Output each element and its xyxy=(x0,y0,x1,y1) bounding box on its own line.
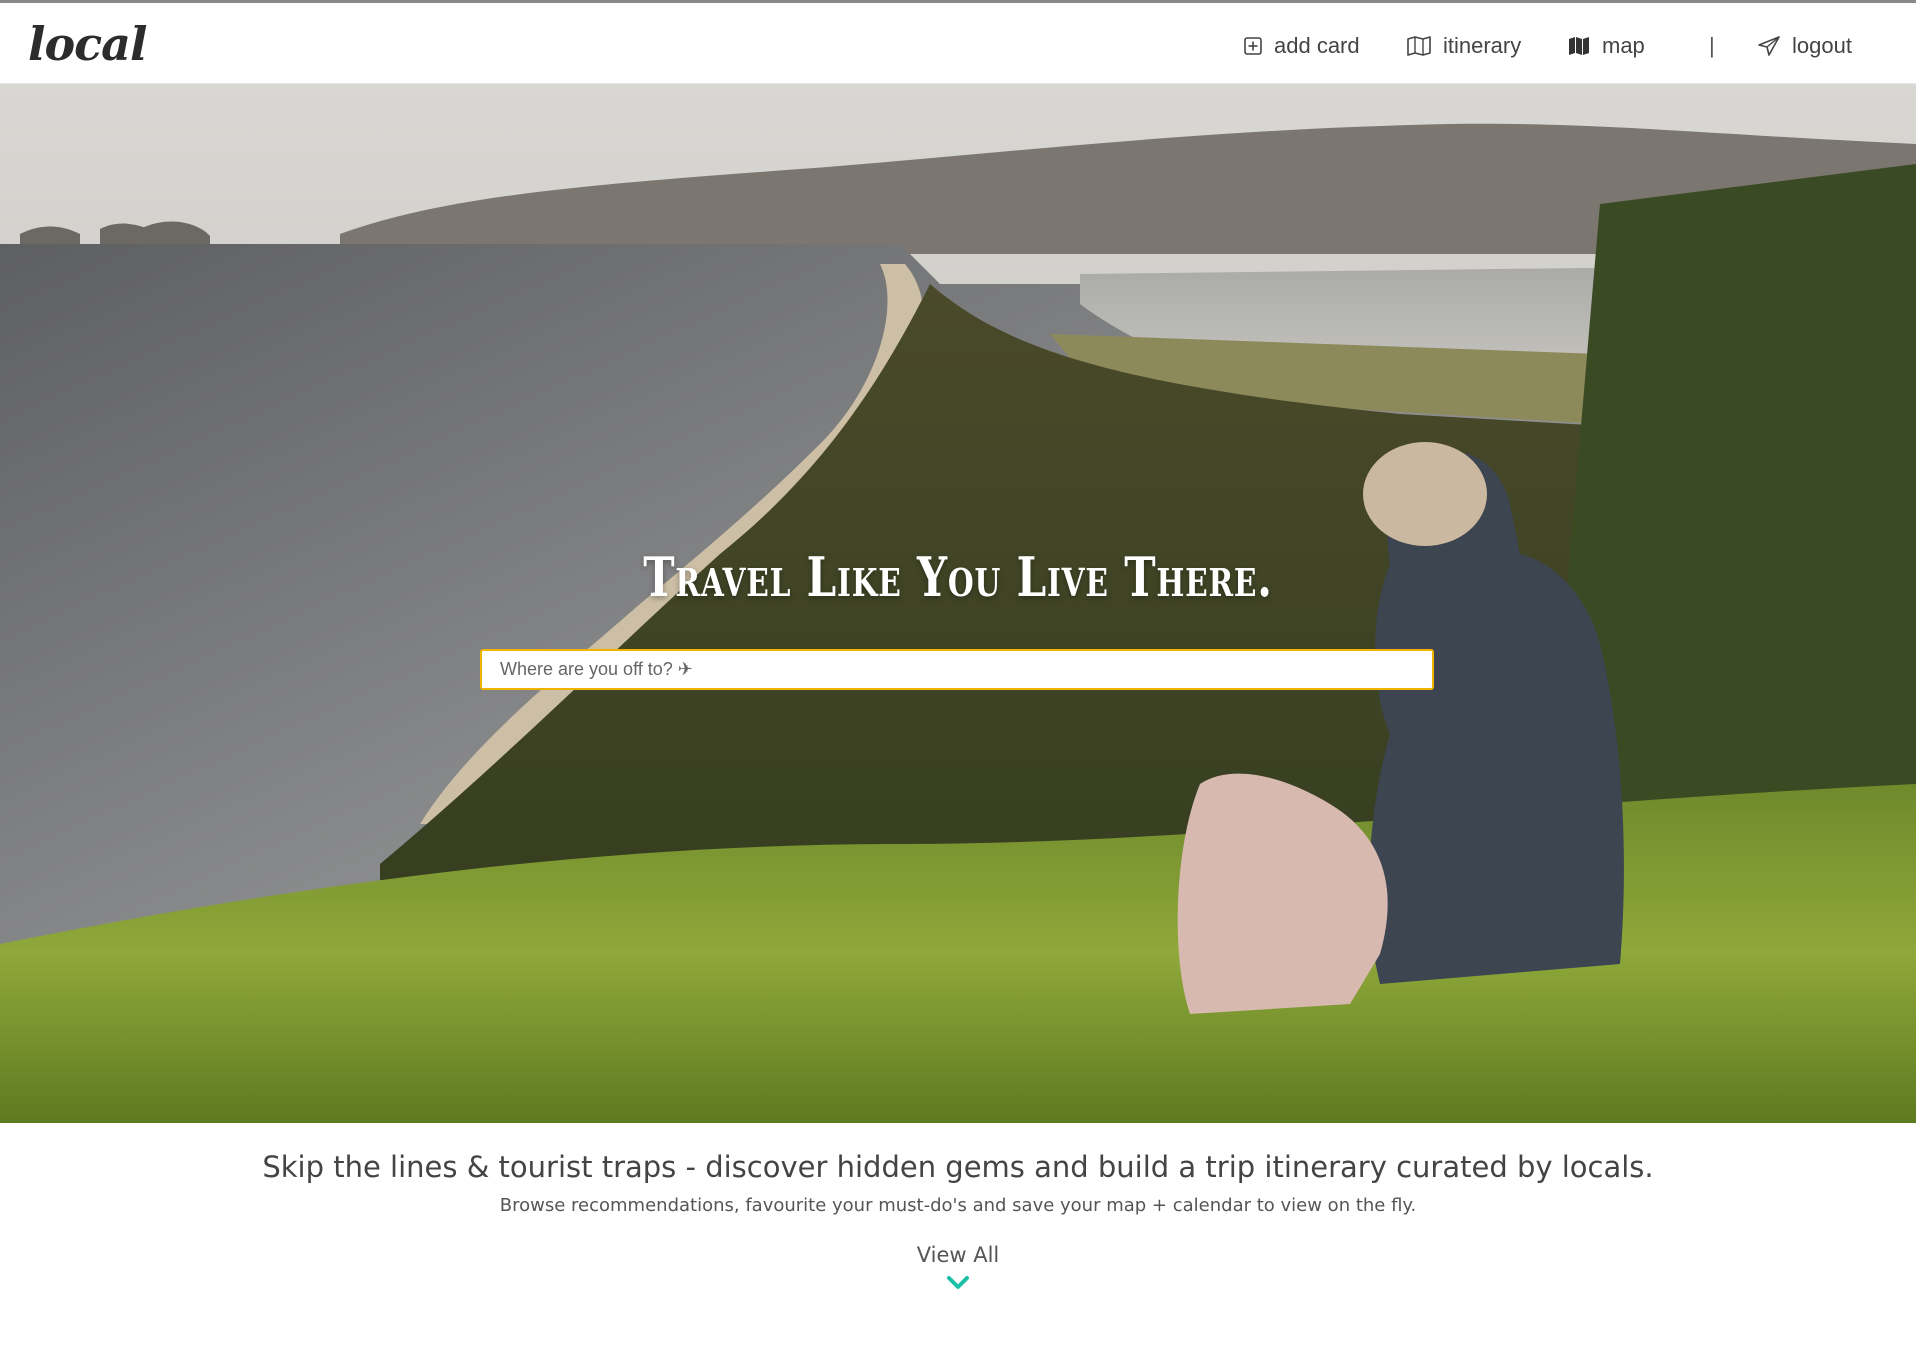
plus-square-icon xyxy=(1244,37,1262,55)
nav-add-card-label: add card xyxy=(1274,33,1360,58)
nav-itinerary[interactable]: itinerary xyxy=(1407,31,1521,61)
intro-subline: Browse recommendations, favourite your m… xyxy=(499,1195,1417,1216)
nav-map[interactable]: map xyxy=(1568,31,1645,61)
hero: Travel Like You Live There. xyxy=(0,84,1916,1123)
map-outline-icon xyxy=(1407,36,1431,56)
logo[interactable]: local xyxy=(28,17,147,71)
chevron-down-icon[interactable] xyxy=(946,1275,970,1291)
destination-search-input[interactable] xyxy=(480,649,1434,690)
map-filled-icon xyxy=(1569,37,1589,55)
nav-itinerary-label: itinerary xyxy=(1443,33,1522,58)
nav-logout-label: logout xyxy=(1792,33,1852,58)
nav-map-label: map xyxy=(1602,33,1645,58)
paper-plane-icon xyxy=(1758,36,1780,56)
nav-separator: | xyxy=(1709,33,1715,58)
nav-add-card[interactable]: add card xyxy=(1244,31,1360,61)
nav-logout[interactable]: logout xyxy=(1758,31,1852,61)
hero-title: Travel Like You Live There. xyxy=(643,545,1273,609)
view-all-link[interactable]: View All xyxy=(858,1243,1058,1267)
intro-tagline: Skip the lines & tourist traps - discove… xyxy=(262,1150,1654,1184)
navbar: local add card itinerary map | logout xyxy=(0,3,1916,84)
